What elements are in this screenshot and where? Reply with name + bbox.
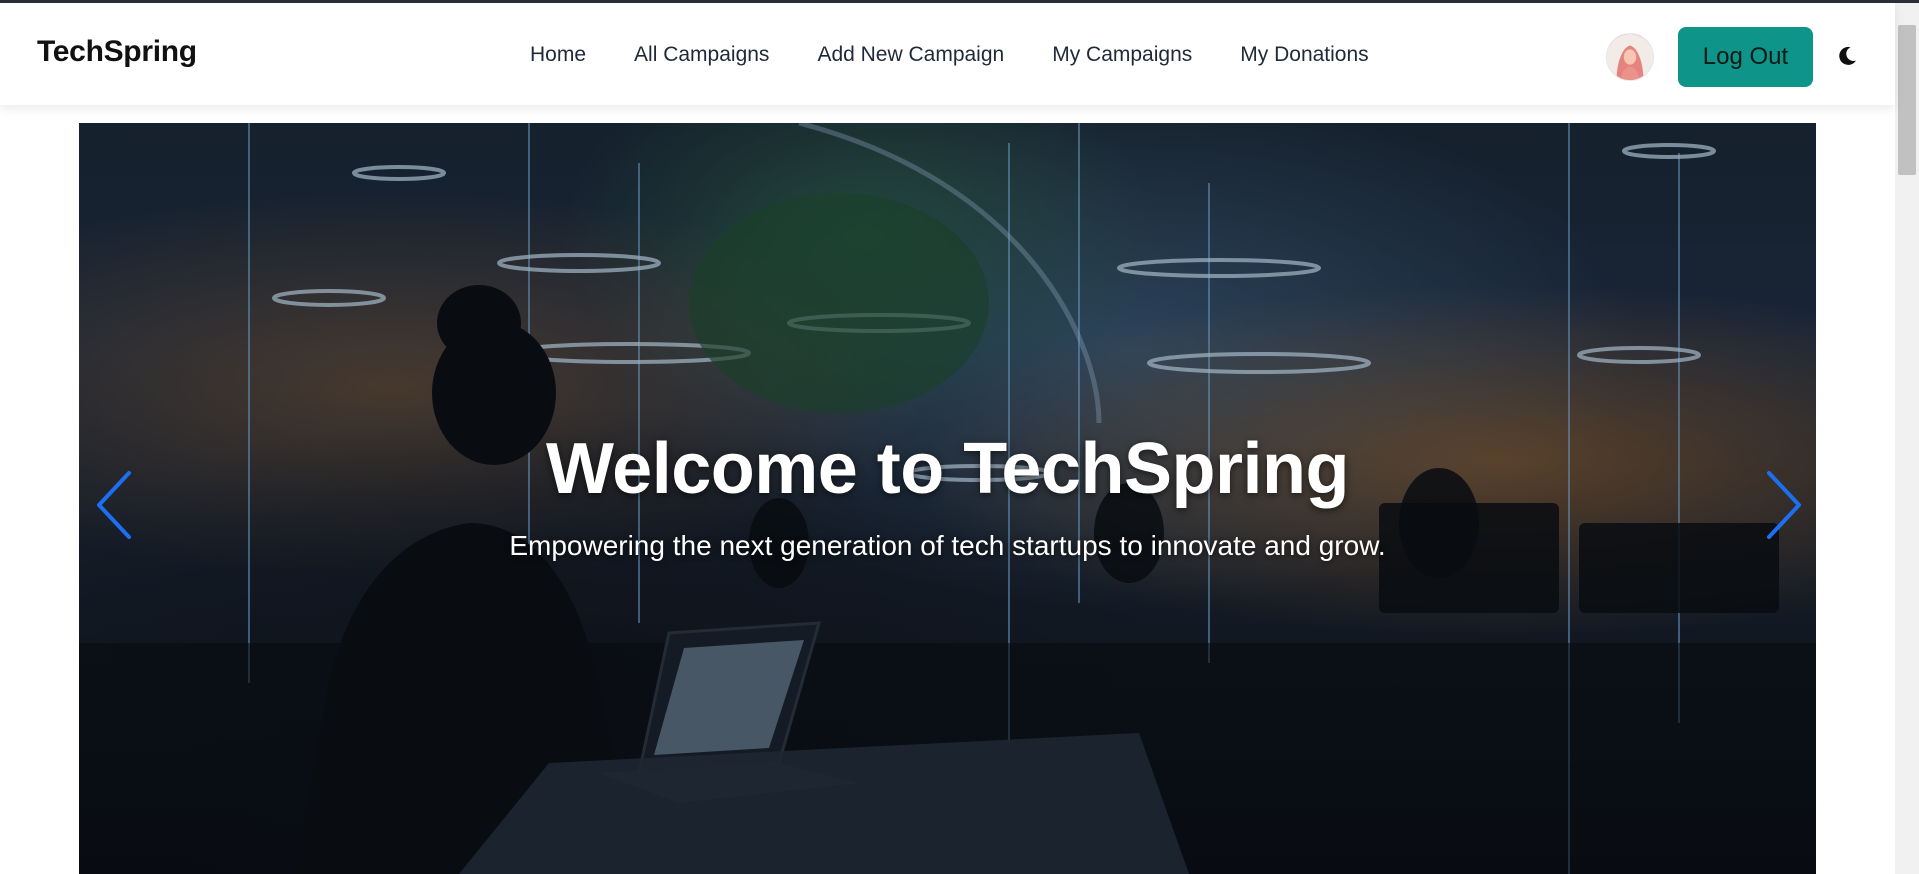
- nav-link-my-donations[interactable]: My Donations: [1240, 43, 1368, 67]
- navbar: TechSpring Home All Campaigns Add New Ca…: [0, 3, 1895, 105]
- hero-subtitle: Empowering the next generation of tech s…: [509, 530, 1386, 561]
- nav-link-my-campaigns[interactable]: My Campaigns: [1052, 43, 1192, 67]
- chevron-left-icon[interactable]: [91, 465, 141, 545]
- nav-link-home[interactable]: Home: [530, 43, 586, 67]
- scrollbar-thumb[interactable]: [1898, 25, 1916, 175]
- chevron-right-icon[interactable]: [1757, 465, 1807, 545]
- nav-link-all-campaigns[interactable]: All Campaigns: [634, 43, 769, 67]
- brand-logo[interactable]: TechSpring: [37, 35, 197, 69]
- nav-link-add-new-campaign[interactable]: Add New Campaign: [817, 43, 1004, 67]
- moon-icon[interactable]: [1836, 45, 1858, 67]
- user-avatar[interactable]: [1606, 33, 1654, 81]
- logout-button[interactable]: Log Out: [1678, 27, 1813, 87]
- hero-carousel: Welcome to TechSpring Empowering the nex…: [79, 123, 1816, 874]
- avatar-image: [1607, 34, 1653, 80]
- hero-title: Welcome to TechSpring: [546, 429, 1349, 509]
- nav-links: Home All Campaigns Add New Campaign My C…: [530, 43, 1369, 67]
